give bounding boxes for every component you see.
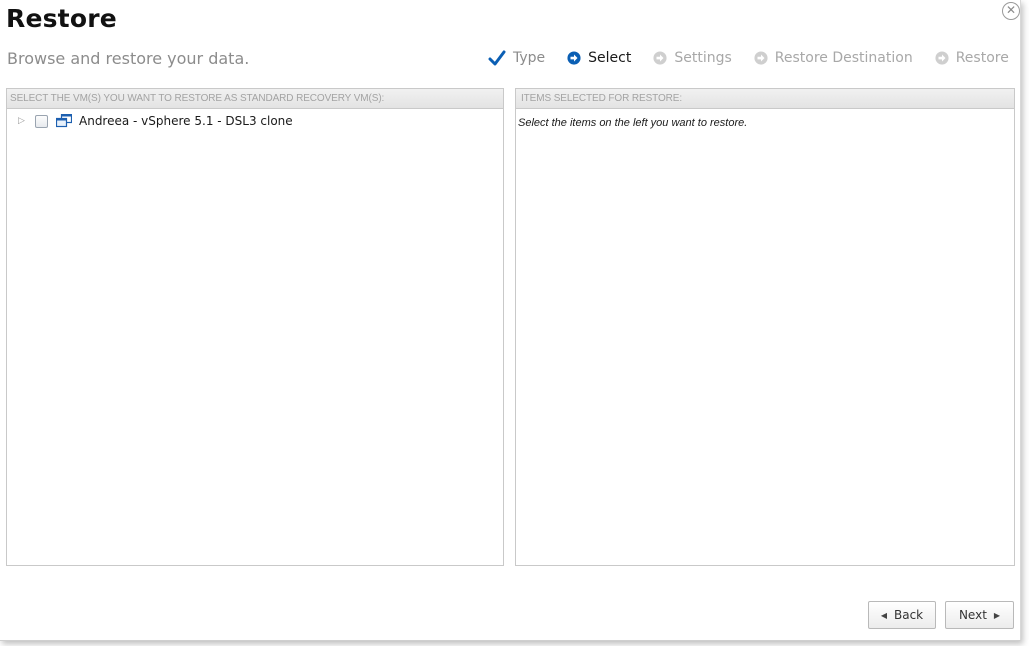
arrow-right-icon: ▶ bbox=[993, 610, 1001, 620]
step-label: Select bbox=[588, 50, 632, 66]
step-restore: Restore bbox=[935, 50, 1009, 66]
next-label: Next bbox=[958, 608, 987, 622]
step-select: Select bbox=[567, 50, 631, 66]
vm-icon bbox=[56, 114, 72, 128]
expand-arrow-icon[interactable]: ▷ bbox=[18, 116, 28, 126]
step-restore-destination: Restore Destination bbox=[754, 50, 913, 66]
step-label: Type bbox=[513, 50, 546, 66]
close-icon: ✕ bbox=[1005, 3, 1017, 17]
selected-items-header: ITEMS SELECTED FOR RESTORE: bbox=[516, 89, 1014, 109]
arrow-left-icon: ◀ bbox=[880, 610, 887, 620]
step-label: Settings bbox=[674, 50, 732, 66]
arrow-circle-icon bbox=[653, 51, 667, 65]
step-type: Type bbox=[488, 50, 545, 66]
checkmark-icon bbox=[488, 50, 506, 66]
next-button[interactable]: Next ▶ bbox=[945, 601, 1014, 629]
close-button[interactable]: ✕ bbox=[1002, 2, 1020, 20]
back-button[interactable]: ◀ Back bbox=[868, 601, 936, 629]
step-settings: Settings bbox=[653, 50, 732, 66]
vm-selection-header: SELECT THE VM(S) YOU WANT TO RESTORE AS … bbox=[7, 89, 503, 109]
vm-checkbox[interactable] bbox=[35, 114, 48, 128]
vm-selection-panel: SELECT THE VM(S) YOU WANT TO RESTORE AS … bbox=[6, 88, 504, 566]
selected-items-panel: ITEMS SELECTED FOR RESTORE: Select the i… bbox=[515, 88, 1015, 566]
step-label: Restore Destination bbox=[774, 50, 913, 66]
step-label: Restore bbox=[955, 50, 1009, 66]
arrow-circle-icon bbox=[754, 51, 768, 65]
wizard-steps: Type Select Settings Restore Destination bbox=[488, 50, 1009, 66]
back-label: Back bbox=[894, 608, 924, 622]
selection-hint: Select the items on the left you want to… bbox=[518, 117, 748, 129]
tree-item-label: Andreea - vSphere 5.1 - DSL3 clone bbox=[79, 114, 293, 128]
page-subtitle: Browse and restore your data. bbox=[7, 49, 250, 68]
restore-dialog: ✕ Restore Browse and restore your data. … bbox=[0, 0, 1021, 641]
page-title: Restore bbox=[6, 4, 117, 33]
arrow-circle-icon bbox=[935, 51, 949, 65]
tree-item[interactable]: ▷ Andreea - vSphere 5.1 - DSL3 clone bbox=[7, 109, 503, 133]
arrow-circle-icon bbox=[567, 51, 581, 65]
